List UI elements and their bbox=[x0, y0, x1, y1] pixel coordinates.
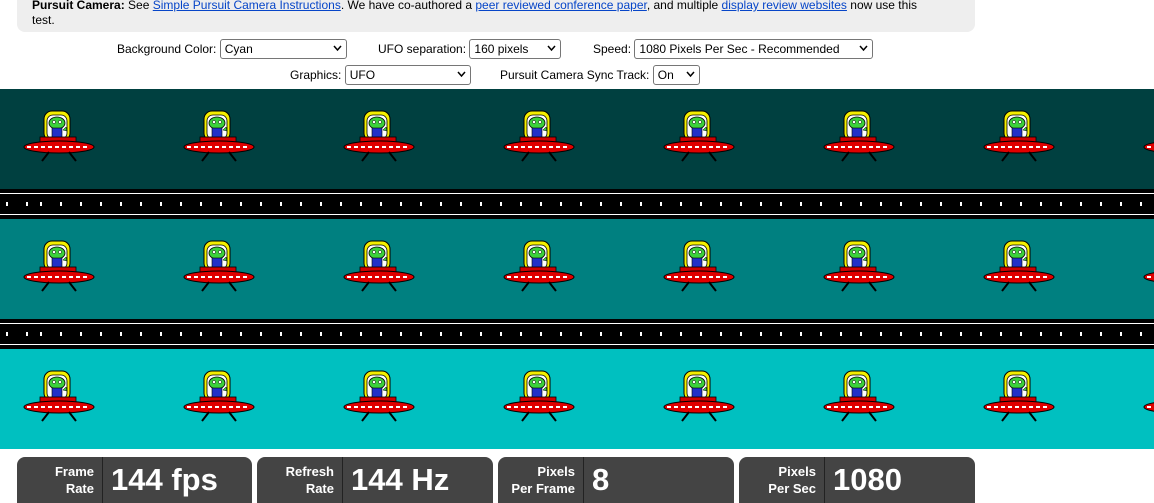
ufo-icon bbox=[23, 109, 95, 167]
ufo-icon bbox=[983, 369, 1055, 427]
stat-key: Rate bbox=[305, 481, 334, 496]
sync-track-value: On bbox=[657, 67, 674, 82]
ufo-band-dark bbox=[0, 89, 1154, 189]
ufo-icon bbox=[823, 369, 895, 427]
ufo-icon bbox=[663, 369, 735, 427]
ufo-icon bbox=[663, 109, 735, 167]
sync-track-select[interactable]: On bbox=[652, 64, 700, 85]
refresh-rate-value: 144 Hz bbox=[351, 462, 450, 497]
pixels-per-frame-stat: Pixels Per Frame 8 bbox=[498, 457, 734, 503]
ufo-separation-select[interactable]: 160 pixels bbox=[469, 38, 562, 59]
stat-key: Per Frame bbox=[511, 481, 575, 496]
ufo-icon bbox=[1143, 109, 1154, 167]
background-color-control: Background Color: Cyan bbox=[117, 38, 347, 59]
speed-value: 1080 Pixels Per Sec - Recommended bbox=[639, 41, 840, 56]
display-review-websites-link[interactable]: display review websites bbox=[722, 0, 847, 12]
stat-key: Rate bbox=[65, 481, 94, 496]
ufo-icon bbox=[183, 239, 255, 297]
ufo-icon bbox=[23, 239, 95, 297]
ufo-icon bbox=[343, 239, 415, 297]
refresh-rate-stat: Refresh Rate 144 Hz bbox=[257, 457, 493, 503]
sync-track bbox=[0, 319, 1154, 349]
ufo-icon bbox=[823, 239, 895, 297]
info-heading: Pursuit Camera: bbox=[32, 0, 125, 12]
sync-track-label: Pursuit Camera Sync Track: bbox=[500, 67, 650, 82]
ufo-separation-control: UFO separation: 160 pixels bbox=[378, 38, 562, 59]
graphics-label: Graphics: bbox=[290, 67, 342, 82]
pixels-per-sec-stat: Pixels Per Sec 1080 bbox=[739, 457, 975, 503]
graphics-control: Graphics: UFO bbox=[290, 64, 471, 85]
stat-key: Per Sec bbox=[768, 481, 816, 496]
ufo-icon bbox=[183, 369, 255, 427]
ufo-icon bbox=[1143, 239, 1154, 297]
info-text: See bbox=[128, 0, 150, 12]
sync-track-control: Pursuit Camera Sync Track: On bbox=[500, 64, 700, 85]
background-color-label: Background Color: bbox=[117, 41, 217, 56]
chevron-down-icon bbox=[859, 45, 868, 51]
pixels-per-frame-value: 8 bbox=[592, 462, 610, 497]
frame-rate-value: 144 fps bbox=[111, 462, 218, 497]
pursuit-instructions-link[interactable]: Simple Pursuit Camera Instructions bbox=[153, 0, 341, 12]
info-text: test. bbox=[32, 13, 55, 27]
speed-label: Speed: bbox=[593, 41, 632, 56]
chevron-down-icon bbox=[686, 71, 695, 77]
ufo-icon bbox=[343, 369, 415, 427]
ufo-icon bbox=[343, 109, 415, 167]
info-text: , and multiple bbox=[646, 0, 719, 12]
info-text: . We have co-authored a bbox=[340, 0, 473, 12]
ufo-icon bbox=[183, 109, 255, 167]
stat-key: Refresh bbox=[285, 464, 334, 479]
frame-rate-stat: Frame Rate 144 fps bbox=[17, 457, 252, 503]
chevron-down-icon bbox=[547, 45, 556, 51]
ufo-icon bbox=[663, 239, 735, 297]
graphics-select[interactable]: UFO bbox=[344, 64, 471, 85]
stat-key: Pixels bbox=[537, 464, 575, 479]
ufo-icon bbox=[503, 239, 575, 297]
speed-select[interactable]: 1080 Pixels Per Sec - Recommended bbox=[634, 38, 874, 59]
ufo-icon bbox=[503, 369, 575, 427]
stat-key: Pixels bbox=[778, 464, 816, 479]
ufo-icon bbox=[983, 239, 1055, 297]
speed-control: Speed: 1080 Pixels Per Sec - Recommended bbox=[593, 38, 874, 59]
conference-paper-link[interactable]: peer reviewed conference paper bbox=[475, 0, 646, 12]
ufo-band-medium bbox=[0, 219, 1154, 319]
ufo-icon bbox=[503, 109, 575, 167]
background-color-select[interactable]: Cyan bbox=[219, 38, 347, 59]
chevron-down-icon bbox=[457, 71, 466, 77]
ufo-separation-label: UFO separation: bbox=[378, 41, 467, 56]
ufo-icon bbox=[823, 109, 895, 167]
ufo-icon bbox=[1143, 369, 1154, 427]
background-color-value: Cyan bbox=[224, 41, 253, 56]
stat-key: Frame bbox=[54, 464, 94, 479]
pixels-per-sec-value: 1080 bbox=[833, 462, 902, 497]
chevron-down-icon bbox=[333, 45, 342, 51]
pursuit-camera-info: Pursuit Camera: See Simple Pursuit Camer… bbox=[17, 0, 975, 32]
sync-track bbox=[0, 189, 1154, 219]
ufo-icon bbox=[23, 369, 95, 427]
ufo-band-light bbox=[0, 349, 1154, 449]
ufo-separation-value: 160 pixels bbox=[474, 41, 529, 56]
ufo-icon bbox=[983, 109, 1055, 167]
info-text: now use this bbox=[850, 0, 917, 12]
graphics-value: UFO bbox=[349, 67, 376, 82]
